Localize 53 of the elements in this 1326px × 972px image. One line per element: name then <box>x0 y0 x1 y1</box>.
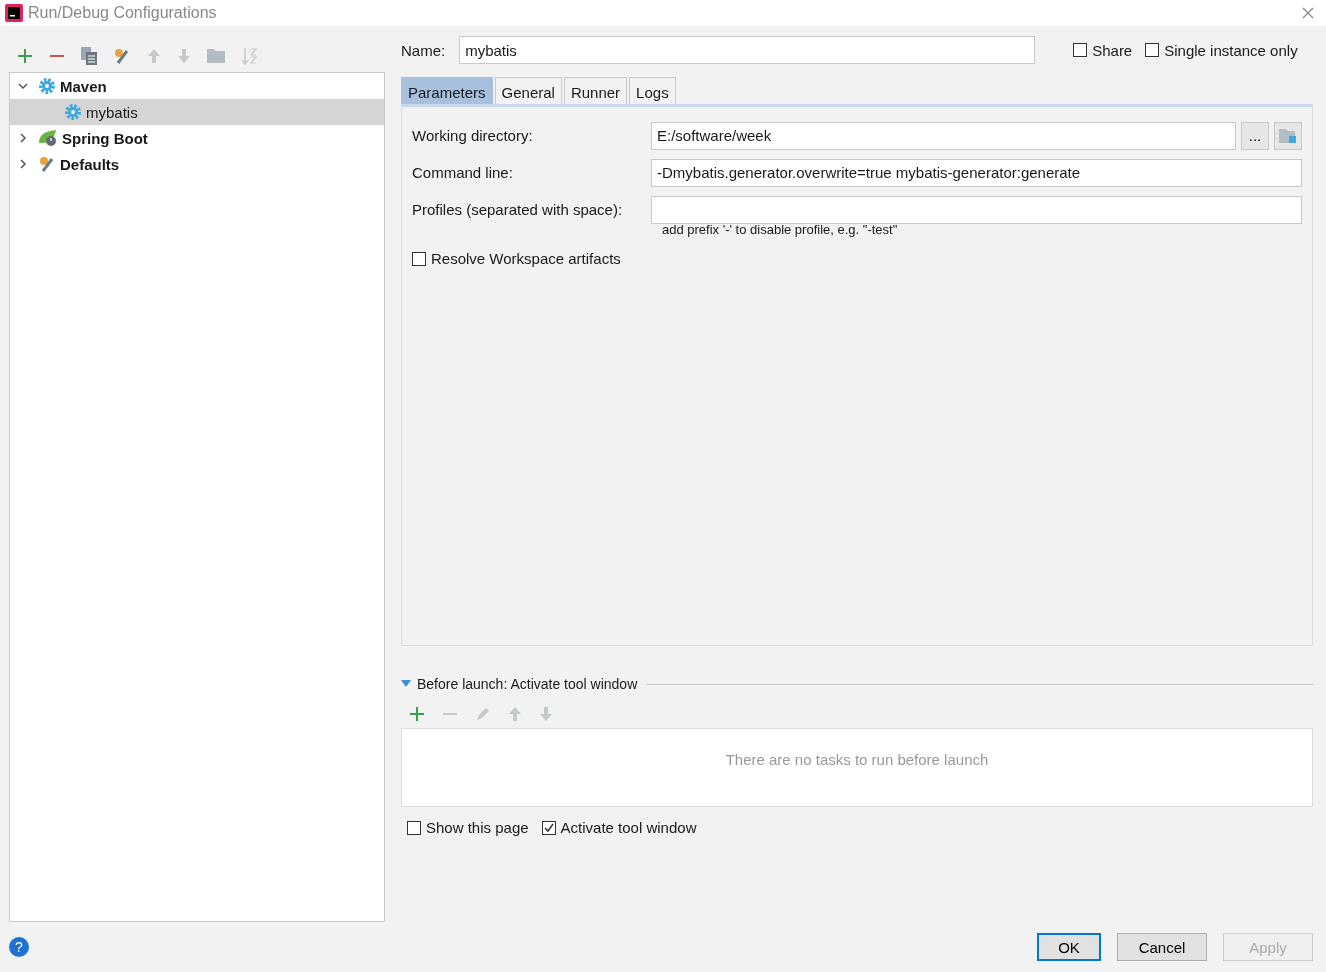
help-button[interactable]: ? <box>9 937 29 957</box>
input-field[interactable]: E:/software/week <box>651 121 1236 150</box>
gear-icon <box>64 103 82 121</box>
tree-item[interactable]: Spring Boot <box>10 125 384 151</box>
checkbox[interactable]: Show this page <box>407 819 529 836</box>
empty-message: There are no tasks to run before launch <box>725 751 989 770</box>
chevron-icon[interactable] <box>18 159 28 169</box>
browse-button[interactable]: ... <box>1241 121 1269 150</box>
copy-icon[interactable] <box>81 47 97 65</box>
checkbox[interactable]: Resolve Workspace artifacts <box>412 250 1289 267</box>
field-label: Profiles (separated with space): <box>412 201 624 218</box>
triangle-icon[interactable] <box>401 680 411 688</box>
dialog-button[interactable]: OK <box>1037 933 1101 961</box>
arrow-down-icon[interactable] <box>177 48 191 64</box>
dialog-button[interactable]: Cancel <box>1117 933 1207 961</box>
pencil-icon[interactable] <box>475 706 491 722</box>
input-field[interactable] <box>651 195 1302 224</box>
gear-icon <box>38 77 56 95</box>
tree-item[interactable]: Defaults <box>10 151 384 177</box>
wrench-icon[interactable] <box>113 47 131 65</box>
app-logo-icon <box>5 4 23 22</box>
add-icon[interactable] <box>17 48 33 64</box>
close-icon[interactable] <box>1302 7 1314 19</box>
checkmark-icon <box>542 821 555 834</box>
arrow-up-icon[interactable] <box>508 706 522 722</box>
arrow-up-icon[interactable] <box>147 48 161 64</box>
checkbox[interactable]: Single instance only <box>1145 41 1298 59</box>
sort-icon[interactable] <box>241 47 257 65</box>
name-label: Name: <box>401 41 446 59</box>
tab[interactable]: Logs <box>629 77 676 104</box>
input-field[interactable]: -Dmybatis.generator.overwrite=true mybatis-generator:generate <box>651 158 1302 187</box>
tree-item[interactable]: Maven <box>10 73 384 99</box>
field-label: Working directory: <box>412 127 534 144</box>
field-label: Command line: <box>412 164 514 181</box>
folder-icon <box>1279 128 1297 143</box>
folder-button[interactable] <box>1274 121 1302 150</box>
tab[interactable]: Parameters <box>401 77 493 104</box>
add-icon[interactable] <box>409 706 425 722</box>
chevron-icon[interactable] <box>18 133 28 143</box>
tree-item[interactable]: mybatis <box>10 99 384 125</box>
arrow-down-icon[interactable] <box>539 706 553 722</box>
name-field[interactable]: mybatis <box>459 36 1036 64</box>
checkbox[interactable]: Share <box>1073 41 1133 59</box>
chevron-icon[interactable] <box>18 81 28 91</box>
wrench-icon <box>38 155 56 173</box>
tab[interactable]: Runner <box>563 77 628 104</box>
hint-text: add prefix '-' to disable profile, e.g. "-test" <box>662 222 899 239</box>
folder-icon[interactable] <box>207 49 225 63</box>
window-title: Run/Debug Configurations <box>28 4 217 22</box>
leaf-icon <box>38 129 58 147</box>
section-title: Before launch: Activate tool window <box>417 676 638 692</box>
checkbox[interactable]: Activate tool window <box>541 819 697 836</box>
tab[interactable]: General <box>494 77 562 104</box>
